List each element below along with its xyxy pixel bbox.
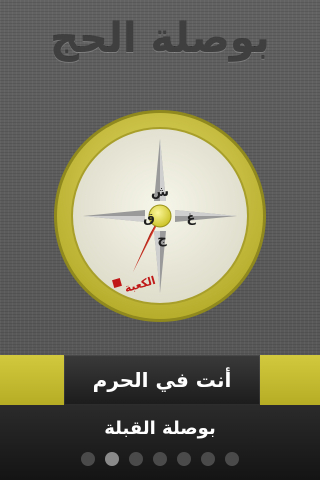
page-dot[interactable] xyxy=(81,452,95,466)
status-text: أنت في الحرم xyxy=(92,368,232,392)
page-dot-active[interactable] xyxy=(105,452,119,466)
status-box: أنت في الحرم xyxy=(64,355,260,405)
page-label: بوصلة القبلة xyxy=(104,418,216,439)
direction-north: ش xyxy=(151,185,169,200)
app-screen: بوصلة الحج ش ج ق غ الكعبة أنت في الحرم ب… xyxy=(0,0,320,480)
direction-west: ق xyxy=(143,211,155,226)
page-dot[interactable] xyxy=(153,452,167,466)
page-dot[interactable] xyxy=(225,452,239,466)
compass: ش ج ق غ الكعبة xyxy=(53,109,267,323)
status-bar: أنت في الحرم xyxy=(0,355,320,405)
page-indicator[interactable] xyxy=(0,452,320,466)
bottom-panel: بوصلة القبلة xyxy=(0,405,320,480)
page-dot[interactable] xyxy=(129,452,143,466)
compass-dial xyxy=(54,110,266,322)
direction-east: غ xyxy=(186,211,196,226)
page-dot[interactable] xyxy=(201,452,215,466)
app-title: بوصلة الحج xyxy=(50,16,270,62)
page-dot[interactable] xyxy=(177,452,191,466)
direction-south: ج xyxy=(157,232,167,247)
